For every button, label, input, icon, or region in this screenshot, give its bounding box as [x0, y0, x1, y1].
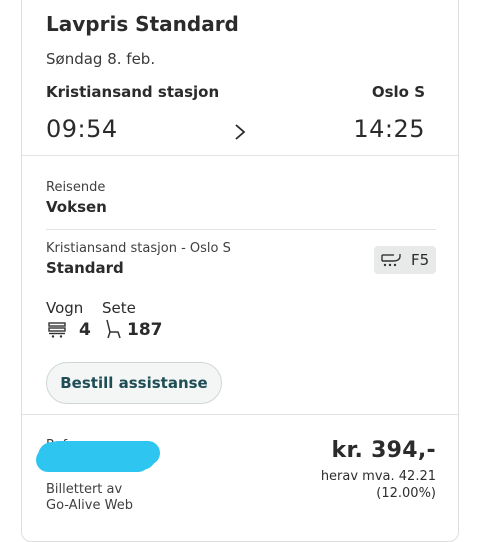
- train-car-icon: [48, 322, 66, 338]
- traveler-label: Reisende: [46, 180, 106, 195]
- to-station: Oslo S: [371, 83, 425, 101]
- chevron-right-icon: [235, 124, 246, 140]
- seat-type-icon: [381, 254, 401, 267]
- ticket-title: Lavpris Standard: [46, 12, 239, 36]
- issued-label: Billettert av: [46, 482, 123, 497]
- from-station: Kristiansand stasjon: [46, 83, 220, 101]
- departure-time: 09:54: [46, 115, 118, 143]
- redaction-scribble: [38, 442, 156, 470]
- ticket-card: Lavpris Standard Søndag 8. feb. Kristian…: [21, 0, 459, 542]
- traveler-value: Voksen: [46, 198, 107, 216]
- car-label: Vogn: [46, 299, 84, 317]
- ticket-price: kr. 394,-: [331, 438, 436, 463]
- travel-date: Søndag 8. feb.: [46, 50, 156, 68]
- badge-label: F5: [411, 251, 430, 269]
- car-number: 4: [79, 320, 91, 340]
- divider: [22, 155, 458, 156]
- seat-label: Sete: [102, 299, 136, 317]
- divider: [46, 229, 436, 230]
- seat-number: 187: [127, 320, 163, 340]
- arrival-time: 14:25: [353, 115, 425, 143]
- seat-icon: [106, 319, 121, 339]
- divider: [22, 414, 458, 415]
- issued-by: Go-Alive Web: [46, 498, 133, 513]
- vat-percent: (12.00%): [376, 486, 436, 501]
- book-assistance-button[interactable]: Bestill assistanse: [46, 362, 222, 404]
- segment-route: Kristiansand stasjon - Oslo S: [46, 241, 231, 256]
- car-type-badge: F5: [374, 246, 436, 274]
- segment-class: Standard: [46, 259, 124, 277]
- vat-amount: herav mva. 42.21: [320, 469, 436, 484]
